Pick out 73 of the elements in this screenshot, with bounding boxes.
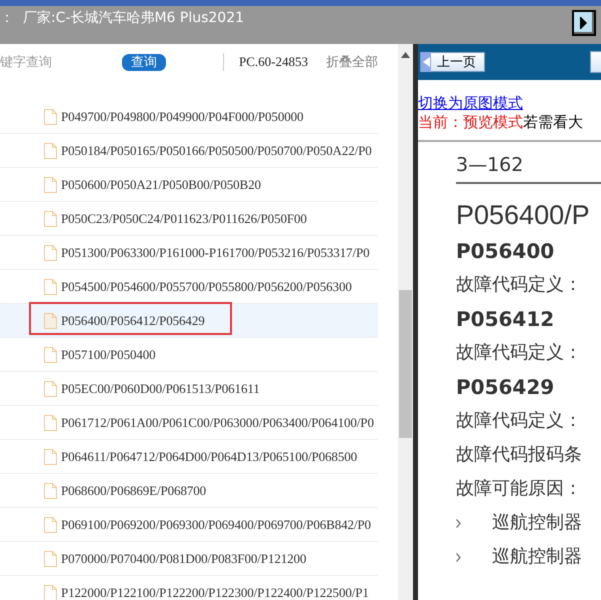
tree-item[interactable]: P049700/P049800/P049900/P04F000/P050000 [0,100,378,134]
tree-item-label: P054500/P054600/P055700/P055800/P056200/P056300 [61,278,352,294]
tree-item[interactable]: P122000/P122100/P122200/P122300/P122400/P122500/P1 [0,576,378,600]
document-text: 故障代码报码条 [456,443,582,467]
tree-item-label: P064611/P064712/P064D00/P064D13/P065100/P068500 [61,448,358,464]
document-icon [44,482,57,498]
document-icon [44,278,57,294]
tree-item-label: P122000/P122100/P122200/P122300/P122400/P122500/P1 [61,584,369,600]
vehicle-code: PC.60-24853 [239,54,308,70]
previous-page-button[interactable]: 上一页 [420,52,485,72]
tree-item-label: P070000/P070400/P081D00/P083F00/P121200 [61,550,306,566]
search-button[interactable]: 查询 [122,54,166,70]
switch-mode-link[interactable]: 切换为原图模式 [418,94,601,113]
panel-toggle-button[interactable] [572,10,596,36]
document-icon [44,312,57,328]
document-icon [44,346,57,362]
document-text: 故障代码定义： [456,273,582,297]
document-text: 故障可能原因： [456,477,582,501]
fault-code: P056429 [456,374,554,401]
mode-label: 当前：预览模式 [418,113,523,132]
tree-item-label: P050184/P050165/P050166/P050500/P050700/P050A22/P0 [61,142,372,158]
tree-item[interactable]: P064611/P064712/P064D00/P064D13/P065100/P068500 [0,440,378,474]
tree-item[interactable]: P056400/P056412/P056429 [0,304,378,338]
tree-item[interactable]: P068600/P06869E/P068700 [0,474,378,508]
tree-item-label: P057100/P050400 [61,346,156,362]
document-icon [44,550,57,566]
bullet-text: 巡航控制器 [492,511,582,535]
fault-code: P056412 [456,306,554,333]
tree-item-label: P050C23/P050C24/P011623/P011626/P050F00 [61,210,307,226]
fault-code: P056400 [456,238,554,265]
tree-item[interactable]: P050184/P050165/P050166/P050500/P050700/P050A22/P0 [0,134,378,168]
arrow-left-icon [422,57,430,67]
page-number: 3—162 [456,154,601,184]
tree-item[interactable]: P050C23/P050C24/P011623/P011626/P050F00 [0,202,378,236]
document-text: 故障代码定义： [456,341,582,365]
document-icon [44,176,57,192]
page-heading: P056400/P [456,199,591,232]
collapse-all-link[interactable]: 折叠全部 [326,53,378,71]
document-icon [44,142,57,158]
window-title: ： 厂家:C-长城汽车哈弗M6 Plus2021 [0,9,244,27]
tree-item[interactable]: P051300/P063300/P161000-P161700/P053216/P053317/P0 [0,236,378,270]
scroll-up-icon[interactable] [401,52,410,58]
document-icon [44,380,57,396]
document-icon [44,516,57,532]
document-icon [44,210,57,226]
tree-item[interactable]: P069100/P069200/P069300/P069400/P069700/P06B842/P0 [0,508,378,542]
scrollbar[interactable] [398,44,413,600]
mode-hint: 若需看大 [523,113,583,132]
document-icon [44,244,57,260]
tree-item-label: P068600/P06869E/P068700 [61,482,206,498]
bullet-chevron-icon [456,519,461,528]
tree-item[interactable]: P061712/P061A00/P061C00/P063000/P063400/P064100/P0 [0,406,378,440]
tree-item-label: P061712/P061A00/P061C00/P063000/P063400/P064100/P0 [61,414,374,430]
bullet-text: 巡航控制器 [492,545,582,569]
bullet-chevron-icon [456,553,461,562]
next-page-button[interactable] [590,51,601,73]
tree-item-label: P049700/P049800/P049900/P04F000/P050000 [61,108,304,124]
document-icon [44,448,57,464]
tree-item-label: P056400/P056412/P056429 [61,312,205,328]
document-icon [44,414,57,430]
document-text: 故障代码定义： [456,409,582,433]
tree-item-label: P069100/P069200/P069300/P069400/P069700/P06B842/P0 [61,516,371,532]
tree-item-label: P05EC00/P060D00/P061513/P061611 [61,380,260,396]
tree-item[interactable]: P057100/P050400 [0,338,378,372]
tree-item[interactable]: P050600/P050A21/P050B00/P050B20 [0,168,378,202]
tree-item-label: P051300/P063300/P161000-P161700/P053216/P053317/P0 [61,244,370,260]
tree-item[interactable]: P05EC00/P060D00/P061513/P061611 [0,372,378,406]
scrollbar-thumb[interactable] [399,290,412,438]
tree-item-label: P050600/P050A21/P050B00/P050B20 [61,176,261,192]
document-icon [44,108,57,124]
tree-item[interactable]: P070000/P070400/P081D00/P083F00/P121200 [0,542,378,576]
keyword-search-field[interactable]: 键字查询 [0,54,110,70]
arrow-right-icon [580,17,588,29]
